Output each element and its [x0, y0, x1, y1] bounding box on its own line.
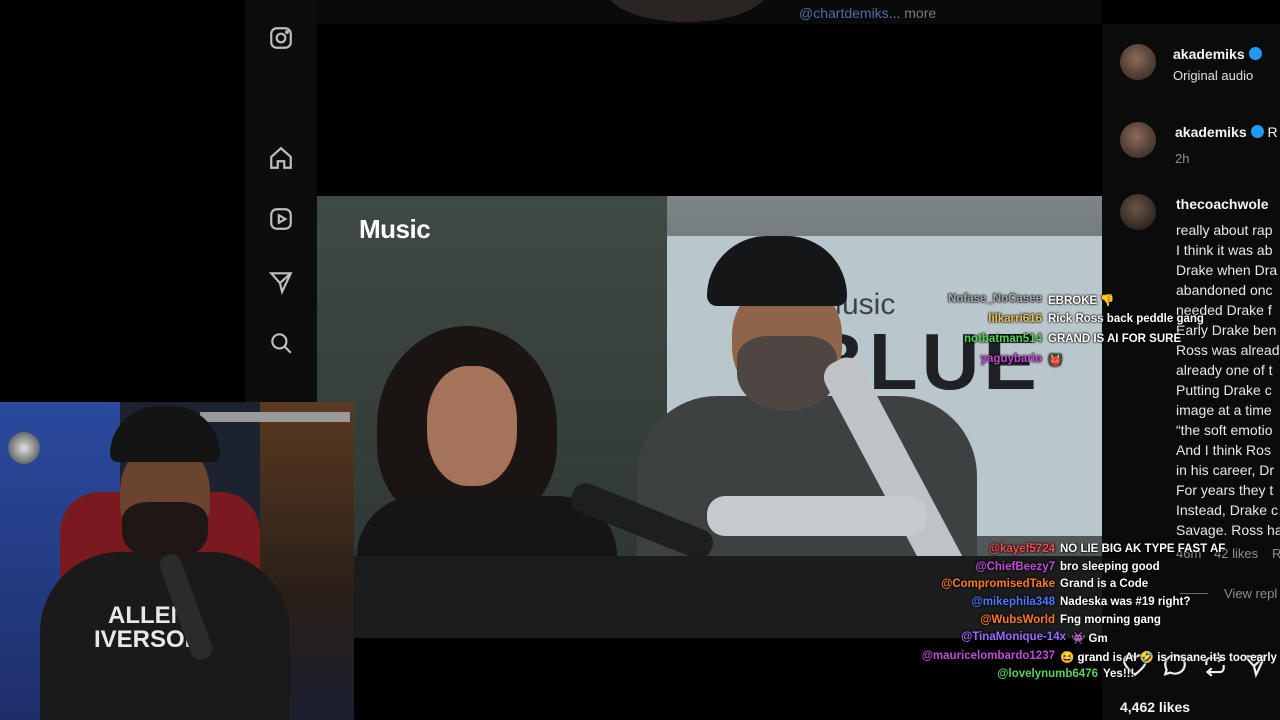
chat-username[interactable]: Nofase_NoCasee	[948, 293, 1042, 305]
chat-text: 👾 Gm	[1071, 633, 1108, 645]
comment-line: For years they t	[1176, 482, 1274, 498]
chat-text: Rick Ross back peddle gang	[1048, 313, 1204, 325]
chat-message-top: Nofase_NoCasee	[948, 293, 1042, 305]
top-caption: @chartdemiks... more	[799, 5, 936, 21]
search-icon[interactable]	[261, 323, 301, 363]
comment-line: And I think Ros	[1176, 442, 1271, 458]
chat-text: Fng morning gang	[1060, 614, 1161, 626]
comment-line: Ross was alread	[1176, 342, 1280, 358]
host-woman-face	[427, 366, 517, 486]
comment-line: already one of t	[1176, 362, 1273, 378]
chat-username[interactable]: @lovelynumb6476	[997, 668, 1098, 680]
comment-reply-button[interactable]: R	[1272, 546, 1280, 561]
apple-music-logo-text: Music	[359, 214, 431, 244]
caption-time: 2h	[1175, 151, 1190, 166]
cursor-icon: ☞	[784, 632, 804, 638]
chat-text: GRAND IS AI FOR SURE	[1048, 333, 1182, 345]
streamer-beard	[122, 502, 208, 562]
verified-badge-icon	[1250, 125, 1264, 138]
chat-text: NO LIE BIG AK TYPE FAST AF	[1060, 543, 1226, 555]
chat-text: EBROKE 👎	[1048, 295, 1115, 307]
chat-username[interactable]: @TinaMonique-14x	[961, 631, 1066, 643]
chat-username[interactable]: yaguybario	[981, 353, 1042, 365]
chat-text: 👹	[1048, 355, 1063, 367]
commenter-avatar[interactable]	[1120, 194, 1156, 230]
chat-username[interactable]: lilkarri616	[988, 313, 1042, 325]
caption-handle-link[interactable]: @chartdemiks	[799, 5, 889, 21]
comment-text: really about rap I think it was ab Drake w…	[1176, 220, 1280, 540]
webcam-mic-arm	[200, 412, 350, 422]
post-likes-total[interactable]: 4,462 likes	[1120, 699, 1190, 715]
chat-username[interactable]: @ChiefBeezy7	[975, 561, 1055, 573]
reels-icon[interactable]	[261, 199, 301, 239]
chat-username[interactable]: @kayef5724	[989, 543, 1055, 555]
caption-author-name[interactable]: akademiks R	[1175, 124, 1278, 140]
messages-icon[interactable]	[261, 262, 301, 302]
home-icon[interactable]	[261, 138, 301, 178]
chat-text: Yes!!!	[1103, 668, 1135, 680]
comment-line: Instead, Drake c	[1176, 502, 1278, 518]
comment-line: really about rap	[1176, 222, 1273, 238]
instagram-icon[interactable]	[261, 18, 301, 58]
chat-username[interactable]: notbatman514	[964, 333, 1042, 345]
screen: @chartdemiks... more Music BLUE Music ak…	[0, 0, 1280, 720]
caption-more-link[interactable]: ... more	[889, 5, 936, 21]
comment-line: Putting Drake c	[1176, 382, 1272, 398]
comment-line: image at a time	[1176, 402, 1272, 418]
post-author-name[interactable]: akademiks	[1173, 46, 1262, 62]
chat-username[interactable]: @CompromisedTake	[941, 578, 1055, 590]
mic-boom	[707, 496, 927, 536]
chat-message-top: yaguybario	[981, 353, 1042, 365]
host-man-beard	[737, 336, 837, 411]
chat-text: Grand is a Code	[1060, 578, 1149, 590]
commenter-name[interactable]: thecoachwole	[1176, 196, 1269, 212]
post-audio-link[interactable]: Original audio	[1173, 68, 1253, 83]
disco-ball	[8, 432, 40, 464]
comment-line: in his career, Dr	[1176, 462, 1275, 478]
chat-username[interactable]: @WubsWorld	[980, 614, 1055, 626]
apple-music-logo: Music	[357, 214, 431, 245]
chat-text: Nadeska was #19 right?	[1060, 596, 1191, 608]
chat-text: 😆 grand is AI 🤣 is insane it’s too early	[1060, 652, 1277, 664]
comment-line: Drake when Dra	[1176, 262, 1278, 278]
replies-divider	[1180, 593, 1208, 594]
comment-line: abandoned onc	[1176, 282, 1273, 298]
comment-line: I think it was ab	[1176, 242, 1273, 258]
chat-message-top: lilkarri616	[988, 313, 1042, 325]
post-author-avatar[interactable]	[1120, 44, 1156, 80]
view-replies-button[interactable]: View repl	[1224, 586, 1277, 601]
comment-line: Savage. Ross ha	[1176, 522, 1280, 538]
verified-badge-icon	[1248, 47, 1262, 60]
caption-author-avatar[interactable]	[1120, 122, 1156, 158]
top-avatar-partial	[607, 0, 767, 22]
chat-username[interactable]: @mauricelombardo1237	[922, 650, 1055, 662]
video-player[interactable]: Music BLUE Music ☞	[317, 24, 1102, 638]
chat-username[interactable]: @mikephila348	[972, 596, 1055, 608]
top-strip: @chartdemiks... more	[317, 0, 1102, 24]
chat-text: bro sleeping good	[1060, 561, 1160, 573]
streamer-webcam: ALLEN IVERSON	[0, 402, 354, 720]
comment-line: “the soft emotio	[1176, 422, 1273, 438]
chat-message-top: notbatman514	[964, 333, 1042, 345]
